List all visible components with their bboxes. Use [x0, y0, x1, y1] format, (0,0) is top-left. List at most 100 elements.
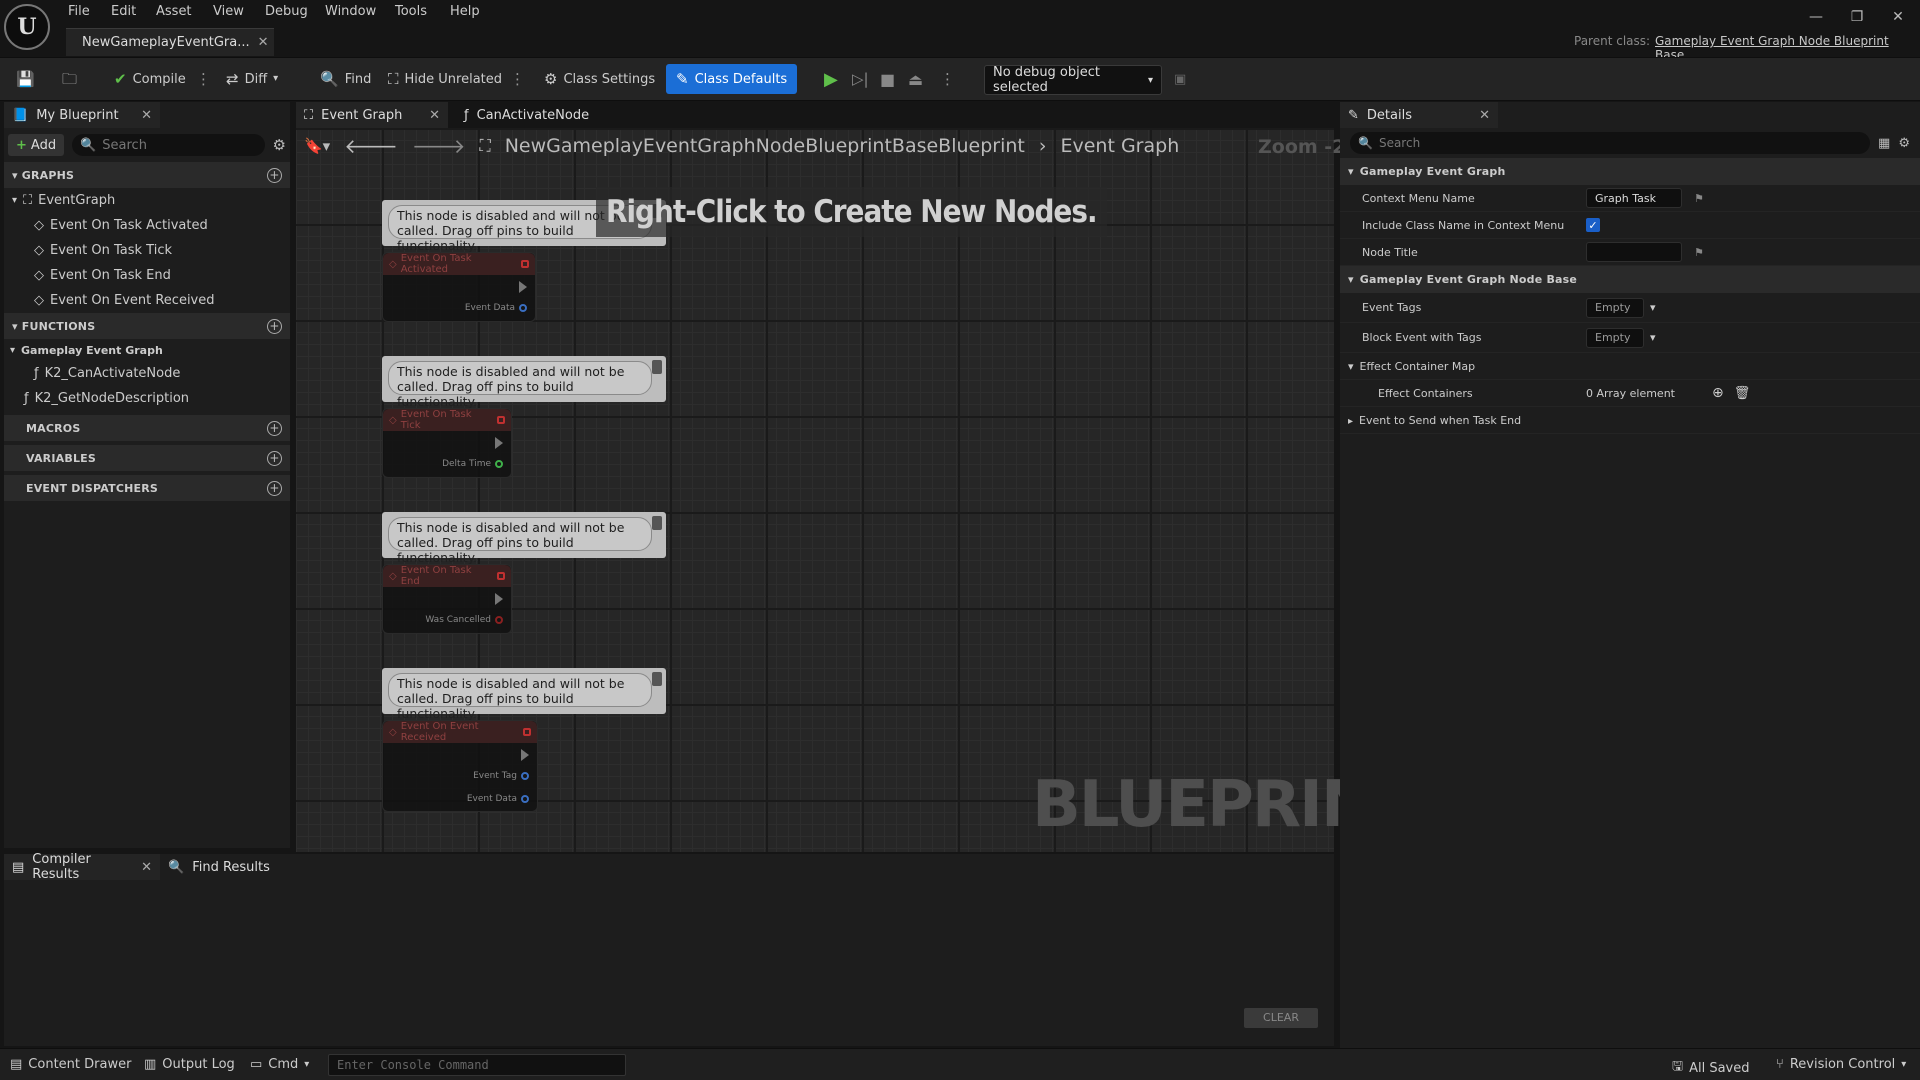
dispatchers-section-header[interactable]: EVENT DISPATCHERS +: [4, 475, 290, 501]
revision-control-button[interactable]: ⑂ Revision Control ▾: [1776, 1057, 1906, 1072]
tab-event-graph[interactable]: ⛶ Event Graph ✕: [296, 102, 448, 128]
minimize-icon[interactable]: —: [1802, 6, 1830, 28]
tree-item-event[interactable]: ◇ Event On Task Activated: [4, 213, 290, 238]
menu-file[interactable]: File: [64, 2, 94, 22]
table-view-icon[interactable]: ▦: [1878, 136, 1890, 151]
delegate-pin[interactable]: [523, 728, 531, 736]
close-icon[interactable]: ✕: [429, 108, 440, 123]
breadcrumb-root[interactable]: NewGameplayEventGraphNodeBlueprintBaseBl…: [505, 135, 1025, 157]
hide-unrelated-options-icon[interactable]: ⋮: [504, 64, 531, 94]
trash-icon[interactable]: 🗑: [1734, 386, 1751, 401]
tab-canactivatenode[interactable]: ƒ CanActivateNode: [456, 102, 606, 128]
class-settings-button[interactable]: ⚙ Class Settings: [538, 64, 661, 94]
category-node-base[interactable]: ▾ Gameplay Event Graph Node Base: [1340, 266, 1920, 293]
comment-box[interactable]: This node is disabled and will not be ca…: [382, 356, 666, 409]
tree-item-event[interactable]: ◇ Event On Task End: [4, 263, 290, 288]
exec-pin[interactable]: [519, 281, 527, 293]
menu-help[interactable]: Help: [446, 2, 484, 22]
my-blueprint-tab[interactable]: 📘 My Blueprint ✕: [4, 102, 160, 128]
delegate-pin[interactable]: [521, 260, 529, 268]
chevron-down-icon[interactable]: ▾: [1650, 301, 1656, 314]
pin-icon[interactable]: [652, 672, 662, 686]
exec-pin[interactable]: [495, 437, 503, 449]
eject-icon[interactable]: ⏏: [902, 64, 929, 94]
pin-icon[interactable]: [652, 516, 662, 530]
output-log-button[interactable]: ▥ Output Log: [144, 1057, 235, 1072]
details-search-input[interactable]: 🔍 Search: [1350, 132, 1871, 154]
menu-asset[interactable]: Asset: [152, 2, 196, 22]
save-icon[interactable]: 💾: [10, 64, 41, 94]
clear-button[interactable]: CLEAR: [1244, 1008, 1318, 1028]
comment-box[interactable]: This node is disabled and will not be ca…: [382, 668, 666, 721]
unreal-logo-icon[interactable]: U: [4, 4, 50, 50]
context-menu-name-input[interactable]: Graph Task: [1586, 188, 1682, 208]
close-icon[interactable]: ✕: [141, 860, 152, 875]
tree-item-event[interactable]: ◇ Event On Task Tick: [4, 238, 290, 263]
effect-container-map-row[interactable]: ▾ Effect Container Map: [1340, 353, 1920, 380]
debug-filter-icon[interactable]: ▣: [1168, 64, 1192, 94]
close-window-icon[interactable]: ✕: [1884, 6, 1912, 28]
tree-item-function[interactable]: ƒ K2_CanActivateNode: [4, 361, 290, 386]
add-graph-icon[interactable]: +: [267, 167, 282, 183]
play-options-icon[interactable]: ⋮: [934, 64, 961, 94]
event-node[interactable]: ◇ Event On Task End Was Cancelled: [382, 564, 512, 634]
tab-find-results[interactable]: 🔍 Find Results: [160, 854, 278, 880]
hide-unrelated-button[interactable]: ⛶ Hide Unrelated: [382, 64, 508, 94]
block-event-field[interactable]: Empty: [1586, 327, 1644, 348]
output-pin[interactable]: Was Cancelled: [425, 615, 503, 625]
macros-section-header[interactable]: MACROS +: [4, 415, 290, 441]
content-drawer-button[interactable]: ▤ Content Drawer: [10, 1057, 131, 1072]
play-icon[interactable]: ▶: [818, 64, 844, 94]
event-node[interactable]: ◇ Event On Task Tick Delta Time: [382, 408, 512, 478]
compile-button[interactable]: ✔ Compile: [108, 64, 192, 94]
blueprint-search-input[interactable]: 🔍 Search: [72, 134, 265, 156]
pin-icon[interactable]: [652, 360, 662, 374]
chevron-down-icon[interactable]: ▾: [1650, 331, 1656, 344]
output-pin[interactable]: Event Data: [465, 303, 527, 313]
debug-object-dropdown[interactable]: No debug object selected ▾: [984, 65, 1162, 95]
restore-icon[interactable]: ❐: [1843, 6, 1871, 28]
back-arrow-icon[interactable]: 🡐: [344, 134, 398, 158]
output-pin[interactable]: Event Data: [467, 794, 529, 804]
step-icon[interactable]: ▷|: [846, 64, 875, 94]
event-node[interactable]: ◇ Event On Task Activated Event Data: [382, 252, 536, 322]
forward-arrow-icon[interactable]: 🡒: [412, 134, 466, 158]
menu-view[interactable]: View: [209, 2, 248, 22]
add-dispatcher-icon[interactable]: +: [267, 480, 282, 496]
event-to-send-row[interactable]: ▸ Event to Send when Task End: [1340, 407, 1920, 434]
browse-icon[interactable]: 🗀: [56, 64, 83, 94]
add-button[interactable]: + Add: [8, 134, 65, 156]
console-input[interactable]: Enter Console Command: [328, 1054, 626, 1076]
add-function-icon[interactable]: +: [267, 318, 282, 334]
add-variable-icon[interactable]: +: [267, 450, 282, 466]
compile-options-icon[interactable]: ⋮: [190, 64, 217, 94]
output-pin[interactable]: Delta Time: [442, 459, 503, 469]
menu-debug[interactable]: Debug: [261, 2, 312, 22]
event-node[interactable]: ◇ Event On Event Received Event Tag Event…: [382, 720, 538, 812]
exec-pin[interactable]: [495, 593, 503, 605]
tree-item-function[interactable]: ƒ K2_GetNodeDescription: [4, 386, 290, 411]
stop-icon[interactable]: ■: [874, 64, 901, 94]
menu-edit[interactable]: Edit: [107, 2, 140, 22]
close-icon[interactable]: ✕: [258, 35, 269, 50]
settings-gear-icon[interactable]: ⚙: [273, 136, 286, 154]
diff-button[interactable]: ⇄ Diff ▾: [220, 64, 284, 94]
close-icon[interactable]: ✕: [1479, 108, 1490, 123]
category-gameplay-event-graph[interactable]: ▾ Gameplay Event Graph: [1340, 158, 1920, 185]
variables-section-header[interactable]: VARIABLES +: [4, 445, 290, 471]
details-tab[interactable]: ✎ Details ✕: [1340, 102, 1498, 128]
tree-item-event[interactable]: ◇ Event On Event Received: [4, 288, 290, 313]
node-title-input[interactable]: [1586, 242, 1682, 262]
add-macro-icon[interactable]: +: [267, 420, 282, 436]
function-category[interactable]: ▾ Gameplay Event Graph: [4, 339, 290, 361]
all-saved-button[interactable]: 🖫 All Saved: [1672, 1057, 1750, 1079]
delegate-pin[interactable]: [497, 572, 505, 580]
document-tab[interactable]: NewGameplayEventGra... ✕: [66, 28, 274, 56]
functions-section-header[interactable]: ▾ FUNCTIONS +: [4, 313, 290, 339]
cmd-dropdown[interactable]: ▭ Cmd ▾: [250, 1057, 309, 1072]
localize-flag-icon[interactable]: ⚑: [1694, 192, 1704, 205]
output-pin[interactable]: Event Tag: [473, 771, 529, 781]
tab-compiler-results[interactable]: ▤ Compiler Results ✕: [4, 852, 160, 882]
exec-pin[interactable]: [521, 749, 529, 761]
localize-flag-icon[interactable]: ⚑: [1694, 246, 1704, 259]
